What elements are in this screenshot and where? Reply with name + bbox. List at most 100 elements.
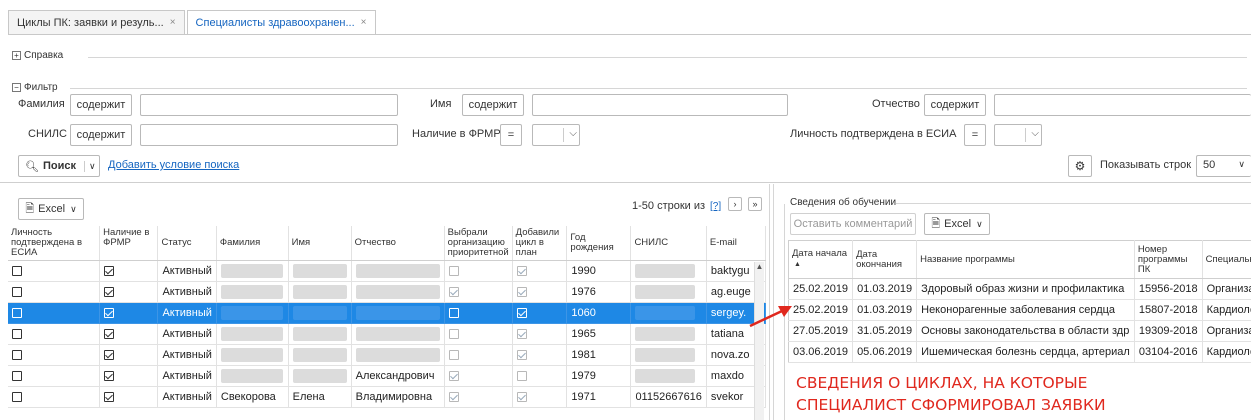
specialty-cell: Кардиологи bbox=[1202, 341, 1251, 363]
col-header[interactable]: Статус bbox=[157, 226, 217, 261]
col-header[interactable]: Дата окончания bbox=[852, 240, 918, 279]
priority-checkbox[interactable] bbox=[448, 308, 459, 319]
patronymic-operator[interactable]: содержит bbox=[924, 94, 986, 116]
priority-checkbox[interactable] bbox=[448, 371, 459, 382]
col-header[interactable]: Год рождения bbox=[566, 226, 632, 261]
col-header[interactable]: Название программы bbox=[916, 240, 1135, 279]
redacted-patronymic bbox=[355, 264, 440, 278]
table-header: Дата начала ▲ Дата окончания Название пр… bbox=[788, 240, 1251, 279]
esia-checkbox[interactable] bbox=[12, 308, 22, 319]
plan-checkbox[interactable] bbox=[516, 392, 527, 403]
priority-checkbox[interactable] bbox=[448, 329, 459, 340]
esia-checkbox[interactable] bbox=[12, 266, 22, 277]
gear-icon[interactable]: ⚙ bbox=[1068, 155, 1092, 177]
next-page-button[interactable]: › bbox=[728, 197, 742, 211]
scroll-up-icon[interactable]: ▲ bbox=[755, 262, 764, 271]
table-row[interactable]: 25.02.2019 01.03.2019 Неконорагенные заб… bbox=[788, 299, 1251, 321]
frmr-checkbox[interactable] bbox=[104, 392, 115, 403]
frmr-checkbox[interactable] bbox=[104, 371, 115, 382]
excel-button[interactable]: 🗎︎ Excel ∨ bbox=[924, 213, 990, 235]
table-row[interactable]: Активный Свекорова Елена Владимировна 19… bbox=[8, 386, 767, 408]
surname-input[interactable] bbox=[140, 94, 398, 116]
redacted-surname bbox=[220, 348, 283, 362]
filter-section-toggle[interactable]: − Фильтр bbox=[12, 82, 58, 93]
col-header-sorted[interactable]: Дата начала ▲ bbox=[788, 240, 854, 279]
plan-checkbox[interactable] bbox=[516, 350, 527, 361]
snils-input[interactable] bbox=[140, 124, 398, 146]
plan-checkbox[interactable] bbox=[516, 371, 527, 382]
redacted-name bbox=[292, 327, 347, 341]
patronymic-input[interactable] bbox=[994, 94, 1251, 116]
search-button[interactable]: 🔍︎ Поиск ∨ bbox=[18, 155, 100, 177]
esia-checkbox[interactable] bbox=[12, 329, 22, 340]
chevron-down-icon: ⌵ bbox=[1025, 128, 1039, 142]
plan-checkbox[interactable] bbox=[516, 308, 527, 319]
table-row-selected[interactable]: Активный 1060 sergey. bbox=[8, 302, 767, 324]
surname-operator[interactable]: содержит bbox=[70, 94, 132, 116]
year-cell: 1060 bbox=[566, 302, 632, 324]
esia-select[interactable]: ⌵ bbox=[994, 124, 1042, 146]
col-header[interactable]: E-mail bbox=[706, 226, 767, 261]
snils-operator[interactable]: содержит bbox=[70, 124, 132, 146]
col-header[interactable]: Личность подтверждена в ЕСИА bbox=[8, 226, 101, 261]
name-cell: Елена bbox=[288, 386, 352, 408]
priority-checkbox[interactable] bbox=[448, 392, 459, 403]
col-header[interactable]: Отчество bbox=[351, 226, 445, 261]
number-cell: 15807-2018 bbox=[1134, 299, 1203, 321]
close-icon[interactable]: × bbox=[170, 17, 176, 28]
annotation-line: СВЕДЕНИЯ О ЦИКЛАХ, НА КОТОРЫЕ bbox=[796, 374, 1088, 392]
table-row[interactable]: 25.02.2019 01.03.2019 Здоровый образ жиз… bbox=[788, 278, 1251, 300]
table-row[interactable]: Активный 1990 baktygu bbox=[8, 260, 767, 282]
year-cell: 1979 bbox=[566, 365, 632, 387]
esia-label: Личность подтверждена в ЕСИА bbox=[790, 128, 957, 140]
esia-checkbox[interactable] bbox=[12, 392, 22, 403]
redacted-patronymic bbox=[355, 348, 440, 362]
table-row[interactable]: 27.05.2019 31.05.2019 Основы законодател… bbox=[788, 320, 1251, 342]
plan-checkbox[interactable] bbox=[516, 266, 527, 277]
frmr-checkbox[interactable] bbox=[104, 266, 115, 277]
esia-operator[interactable]: = bbox=[964, 124, 986, 146]
col-header[interactable]: Фамилия bbox=[216, 226, 289, 261]
tab-cycles[interactable]: Циклы ПК: заявки и резуль... × bbox=[8, 10, 185, 34]
help-section-toggle[interactable]: + Справка bbox=[12, 50, 63, 61]
esia-checkbox[interactable] bbox=[12, 287, 22, 298]
name-operator[interactable]: содержит bbox=[462, 94, 524, 116]
comment-button[interactable]: Оставить комментарий bbox=[790, 213, 916, 235]
vertical-scrollbar[interactable]: ▲ bbox=[754, 262, 764, 420]
add-condition-link[interactable]: Добавить условие поиска bbox=[108, 159, 239, 171]
last-page-button[interactable]: » bbox=[748, 197, 762, 211]
priority-checkbox[interactable] bbox=[448, 287, 459, 298]
frmr-checkbox[interactable] bbox=[104, 308, 115, 319]
esia-checkbox[interactable] bbox=[12, 371, 22, 382]
table-row[interactable]: Активный 1965 tatiana bbox=[8, 323, 767, 345]
col-header[interactable]: СНИЛС bbox=[630, 226, 707, 261]
redacted-name bbox=[292, 306, 347, 320]
tab-specialists[interactable]: Специалисты здравоохранен... × bbox=[186, 10, 376, 34]
priority-checkbox[interactable] bbox=[448, 350, 459, 361]
close-icon[interactable]: × bbox=[361, 17, 367, 28]
col-header[interactable]: Выбрали организацию приоритетной bbox=[444, 226, 513, 261]
col-header[interactable]: Специальнос bbox=[1202, 240, 1251, 279]
frmr-select[interactable]: ⌵ bbox=[532, 124, 580, 146]
chevron-down-icon[interactable]: ∨ bbox=[83, 160, 96, 172]
name-input[interactable] bbox=[532, 94, 788, 116]
frmr-checkbox[interactable] bbox=[104, 350, 115, 361]
excel-button[interactable]: 🗎︎ Excel ∨ bbox=[18, 198, 84, 220]
col-header[interactable]: Номер программы ПК bbox=[1134, 240, 1203, 279]
plan-checkbox[interactable] bbox=[516, 329, 527, 340]
esia-checkbox[interactable] bbox=[12, 350, 22, 361]
pager-total-link[interactable]: [?] bbox=[710, 201, 721, 212]
table-row[interactable]: 03.06.2019 05.06.2019 Ишемическая болезн… bbox=[788, 341, 1251, 363]
col-header[interactable]: Имя bbox=[288, 226, 352, 261]
col-header[interactable]: Добавили цикл в план bbox=[512, 226, 568, 261]
priority-checkbox[interactable] bbox=[448, 266, 459, 277]
frmr-checkbox[interactable] bbox=[104, 287, 115, 298]
table-row[interactable]: Активный 1976 ag.euge bbox=[8, 281, 767, 303]
table-row[interactable]: Активный Александрович 1979 maxdo bbox=[8, 365, 767, 387]
table-row[interactable]: Активный 1981 nova.zo bbox=[8, 344, 767, 366]
frmr-operator[interactable]: = bbox=[500, 124, 522, 146]
col-header[interactable]: Наличие в ФРМР bbox=[99, 226, 159, 261]
rows-per-page-select[interactable]: 50 ∨ bbox=[1196, 155, 1251, 177]
frmr-checkbox[interactable] bbox=[104, 329, 115, 340]
plan-checkbox[interactable] bbox=[516, 287, 527, 298]
